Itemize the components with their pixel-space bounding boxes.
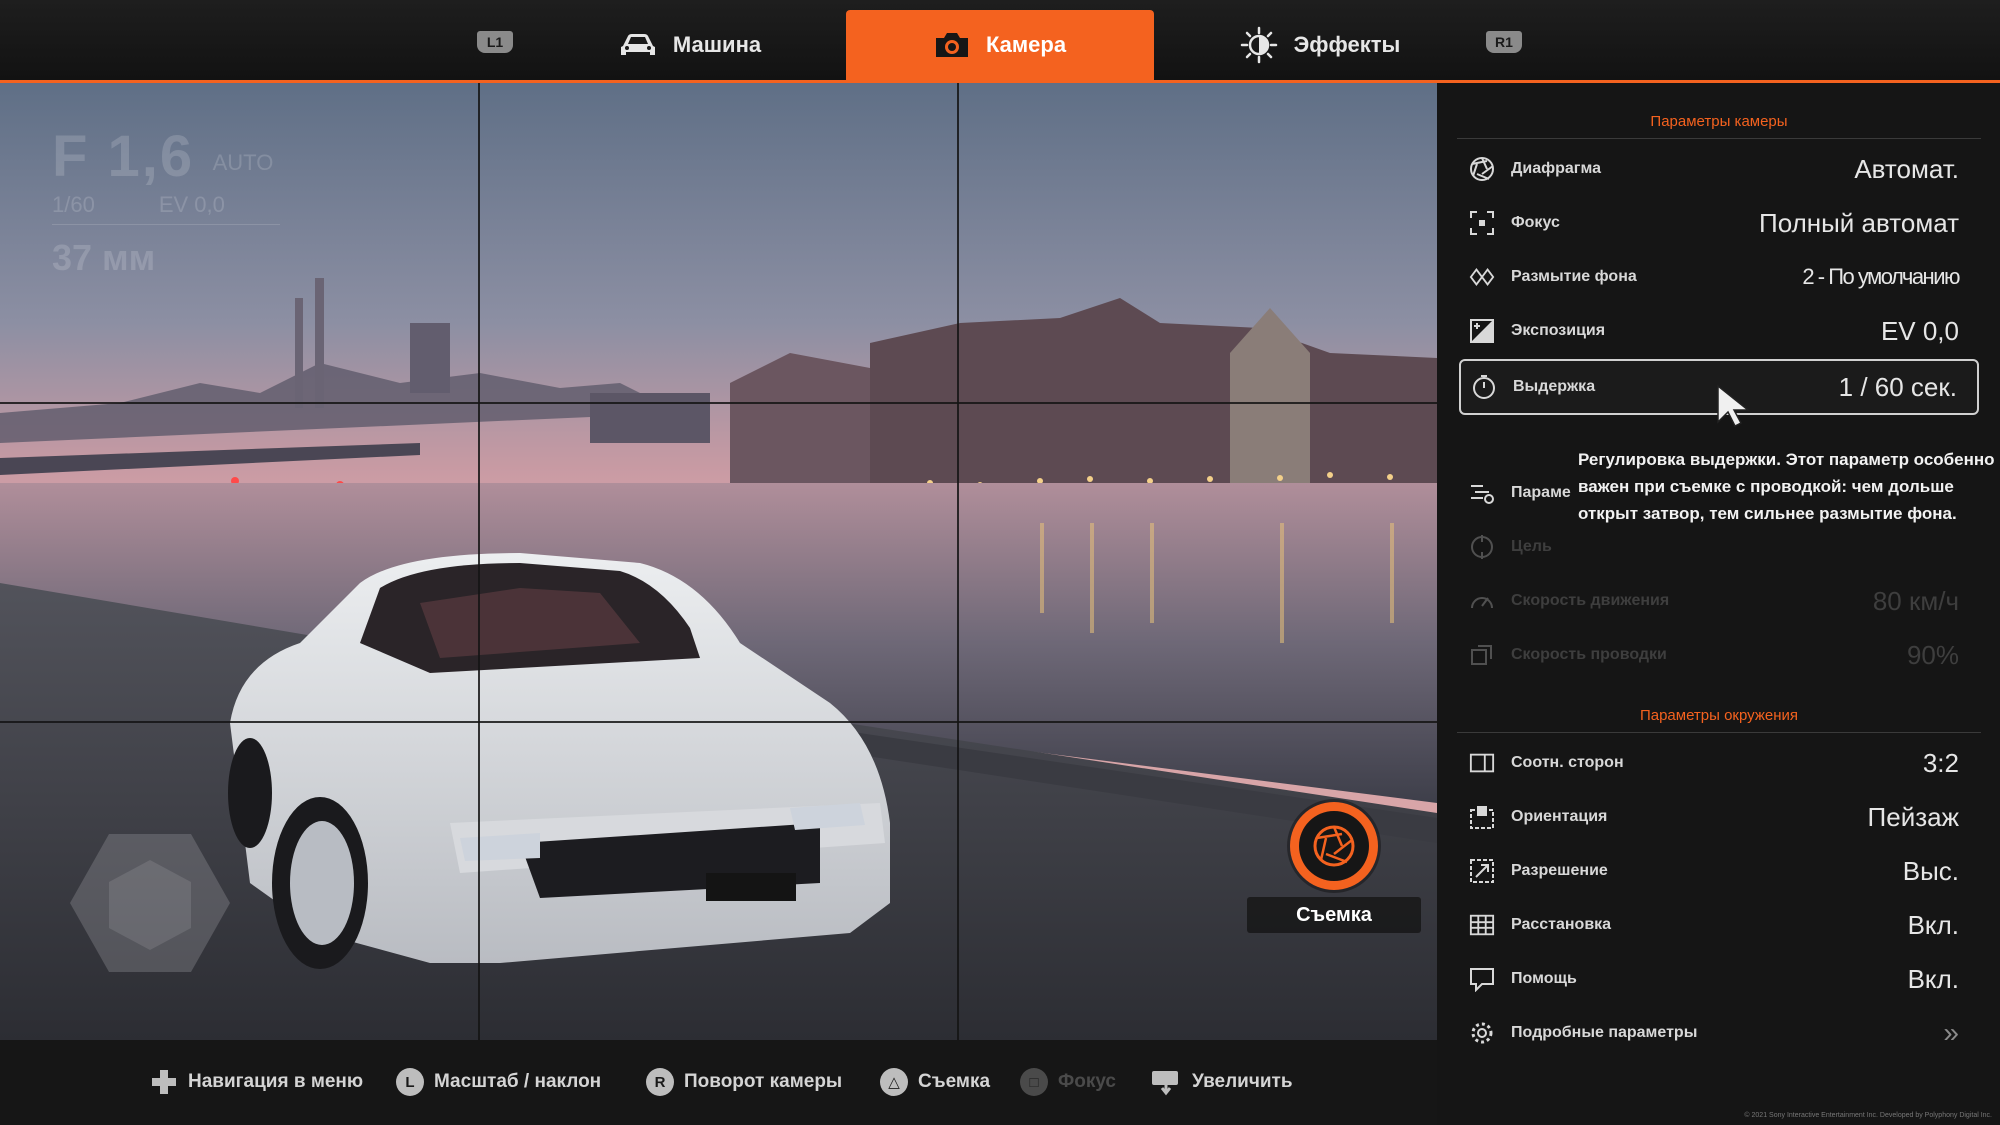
target-icon xyxy=(1471,535,1493,559)
hint-focus: □ Фокус xyxy=(1020,1068,1116,1096)
help-icon xyxy=(1470,968,1494,992)
hint-zoom-in: Увеличить xyxy=(1150,1068,1293,1096)
tab-car[interactable]: Машина xyxy=(580,10,800,80)
hint-menu-navigation: Навигация в меню xyxy=(150,1068,363,1096)
grid-line-v2 xyxy=(957,83,959,1040)
shutter-button-label: Съемка xyxy=(1247,897,1421,933)
hint-rotate-camera: R Поворот камеры xyxy=(646,1068,842,1096)
left-stick-icon: L xyxy=(396,1068,424,1096)
tab-effects-label: Эффекты xyxy=(1293,32,1401,57)
setting-aperture[interactable]: Диафрагма Автомат. xyxy=(1459,143,1979,195)
tab-camera[interactable]: Камера xyxy=(846,10,1154,80)
l1-button-hint[interactable]: L1 xyxy=(477,31,513,53)
orientation-icon xyxy=(1470,806,1494,829)
dpad-icon xyxy=(152,1070,176,1094)
setting-aspect-ratio[interactable]: Соотн. сторон 3:2 xyxy=(1459,737,1979,789)
setting-exposure[interactable]: Экспозиция EV 0,0 xyxy=(1459,305,1979,357)
panning-icon xyxy=(1471,485,1494,504)
grid-line-h2 xyxy=(0,721,1437,723)
exposure-icon xyxy=(1470,319,1494,343)
hint-capture: △ Съемка xyxy=(880,1068,990,1096)
car-icon xyxy=(620,34,655,55)
bokeh-icon xyxy=(1469,268,1495,286)
tab-camera-label: Камера xyxy=(985,32,1067,57)
speed-icon xyxy=(1471,597,1493,609)
shutter-button[interactable] xyxy=(1290,802,1378,890)
orientation-hexagon-icon xyxy=(70,834,230,972)
settings-panel: Параметры камеры Диафрагма Автомат. Фоку… xyxy=(1437,83,2000,1125)
touchpad-icon xyxy=(1152,1071,1178,1096)
chevron-double-right-icon: » xyxy=(1943,1017,1959,1048)
top-tab-bar: L1 Машина Камера Эффекты R1 xyxy=(0,0,2000,83)
setting-bokeh[interactable]: Размытие фона 2 - По умолчанию xyxy=(1459,251,1979,303)
aspect-icon xyxy=(1469,753,1495,773)
environment-settings-title: Параметры окружения xyxy=(1457,707,1981,733)
tab-effects[interactable]: Эффекты xyxy=(1210,10,1430,80)
setting-help[interactable]: Помощь Вкл. xyxy=(1459,953,1979,1005)
aperture-icon xyxy=(1470,157,1494,181)
copyright-notice: © 2021 Sony Interactive Entertainment In… xyxy=(1744,1112,1992,1119)
setting-movement-speed: Скорость движения 80 км/ч xyxy=(1459,575,1979,627)
grid-icon xyxy=(1469,914,1495,936)
shutter-readout: 1/60 xyxy=(52,192,95,217)
resolution-icon xyxy=(1470,859,1494,883)
setting-orientation[interactable]: Ориентация Пейзаж xyxy=(1459,791,1979,843)
triangle-button-icon: △ xyxy=(880,1068,908,1096)
focal-length-readout: 37 мм xyxy=(52,237,156,278)
setting-focus[interactable]: Фокус Полный автомат xyxy=(1459,197,1979,249)
camera-icon xyxy=(935,33,968,57)
shutter-icon xyxy=(1313,825,1355,867)
r1-button-hint[interactable]: R1 xyxy=(1486,31,1522,53)
grid-line-h1 xyxy=(0,402,1437,404)
aperture-readout: F 1,6 xyxy=(52,124,195,189)
hint-zoom-tilt: L Масштаб / наклон xyxy=(396,1068,601,1096)
timer-icon xyxy=(1473,375,1495,399)
camera-settings-title: Параметры камеры xyxy=(1457,113,1981,139)
brightness-icon xyxy=(1240,26,1277,64)
shutter-tooltip: Регулировка выдержки. Этот параметр особ… xyxy=(1574,440,2000,533)
setting-grid[interactable]: Расстановка Вкл. xyxy=(1459,899,1979,951)
focus-icon xyxy=(1470,211,1494,235)
exposure-readout: F 1,6 AUTO 1/60 EV 0,0 37 мм xyxy=(52,123,280,279)
square-button-icon: □ xyxy=(1020,1068,1048,1096)
cursor-icon xyxy=(1717,384,1750,428)
setting-advanced[interactable]: Подробные параметры » xyxy=(1459,1007,1979,1059)
right-stick-icon: R xyxy=(646,1068,674,1096)
ev-readout: EV 0,0 xyxy=(158,192,225,217)
grid-line-v1 xyxy=(478,83,480,1040)
tab-car-label: Машина xyxy=(672,32,762,57)
control-hints-bar: Навигация в меню L Масштаб / наклон R По… xyxy=(0,1040,1437,1125)
gear-icon xyxy=(1471,1022,1493,1044)
pan-speed-icon xyxy=(1471,645,1492,665)
setting-resolution[interactable]: Разрешение Выс. xyxy=(1459,845,1979,897)
aperture-mode-readout: AUTO xyxy=(212,150,274,175)
setting-pan-speed: Скорость проводки 90% xyxy=(1459,629,1979,681)
